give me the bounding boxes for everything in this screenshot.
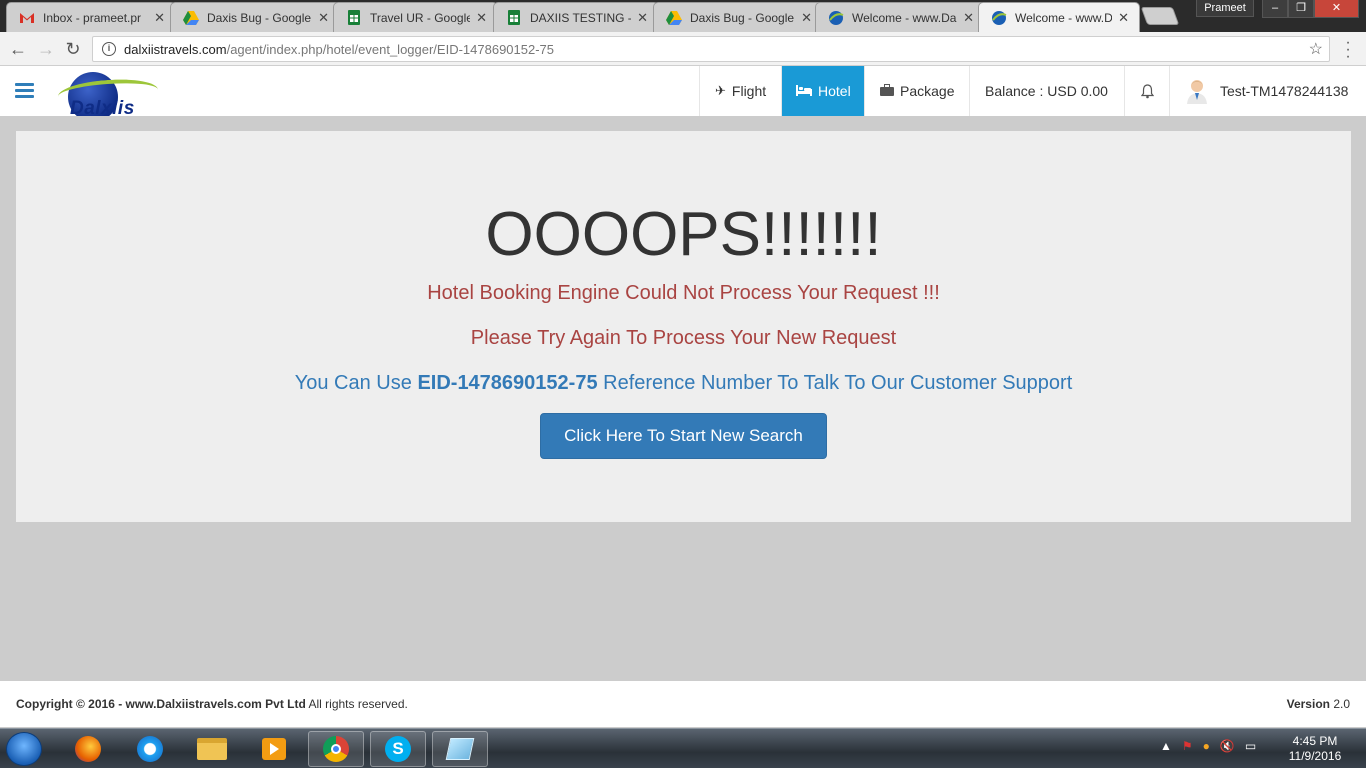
- browser-tab[interactable]: Welcome - www.Da ✕: [815, 2, 985, 32]
- nav-hotel[interactable]: Hotel: [781, 66, 864, 116]
- gmail-icon: [19, 10, 35, 26]
- volume-muted-icon[interactable]: 🔇: [1220, 739, 1235, 753]
- browser-tab[interactable]: Daxis Bug - Google ✕: [653, 2, 823, 32]
- url-path: /agent/index.php/hotel/event_logger/EID-…: [226, 41, 555, 57]
- drive-icon: [183, 10, 199, 26]
- url-host: dalxiistravels.com: [124, 41, 227, 57]
- security-icon[interactable]: ●: [1203, 739, 1210, 753]
- sheets-icon: [506, 10, 522, 26]
- explorer-icon[interactable]: [184, 731, 240, 767]
- event-id: EID-1478690152-75: [417, 372, 598, 394]
- start-new-search-button[interactable]: Click Here To Start New Search: [540, 413, 827, 459]
- notes-icon[interactable]: [432, 731, 488, 767]
- close-tab-icon[interactable]: ✕: [476, 10, 487, 26]
- windows-taskbar: S ▲ ⚑ ● 🔇 ▭ 4:45 PM 11/9/2016: [0, 728, 1366, 768]
- browser-toolbar: ← → ↻ i dalxiistravels.com/agent/index.p…: [0, 32, 1366, 66]
- error-message: Hotel Booking Engine Could Not Process Y…: [427, 282, 940, 304]
- close-tab-icon[interactable]: ✕: [1118, 10, 1129, 26]
- copyright-text: Copyright © 2016 - www.Dalxiistravels.co…: [16, 697, 408, 711]
- maximize-button[interactable]: ❐: [1288, 0, 1314, 18]
- browser-tab[interactable]: Travel UR - Google ✕: [333, 2, 498, 32]
- suitcase-icon: [880, 83, 894, 99]
- ie-icon[interactable]: [122, 731, 178, 767]
- action-center-flag-icon[interactable]: ⚑: [1182, 739, 1193, 753]
- network-icon[interactable]: ▭: [1245, 739, 1256, 753]
- nav-package[interactable]: Package: [864, 66, 969, 116]
- forward-arrow-icon[interactable]: →: [35, 38, 57, 60]
- browser-tab-strip: Inbox - prameet.pr ✕ Daxis Bug - Google …: [0, 0, 1366, 32]
- chrome-icon[interactable]: [308, 731, 364, 767]
- close-tab-icon[interactable]: ✕: [154, 10, 165, 26]
- browser-tab-active[interactable]: Welcome - www.Da ✕: [978, 2, 1140, 32]
- nav-flight[interactable]: ✈ Flight: [699, 66, 781, 116]
- profile-button[interactable]: Prameet: [1196, 0, 1254, 17]
- skype-icon[interactable]: S: [370, 731, 426, 767]
- close-window-button[interactable]: ✕: [1314, 0, 1359, 18]
- media-player-icon[interactable]: [246, 731, 302, 767]
- back-arrow-icon[interactable]: ←: [7, 38, 29, 60]
- bed-icon: [796, 84, 812, 99]
- close-tab-icon[interactable]: ✕: [318, 10, 329, 26]
- browser-tab[interactable]: Daxis Bug - Google ✕: [170, 2, 340, 32]
- reload-icon[interactable]: ↻: [62, 38, 84, 60]
- version-text: Version 2.0: [1286, 697, 1350, 711]
- avatar: [1186, 78, 1208, 104]
- browser-menu-icon[interactable]: · · ·: [1343, 35, 1353, 65]
- taskbar-clock[interactable]: 4:45 PM 11/9/2016: [1284, 734, 1346, 764]
- start-button[interactable]: [6, 732, 42, 766]
- error-heading: OOOOPS!!!!!!!: [485, 200, 882, 269]
- drive-icon: [666, 10, 682, 26]
- daxiis-icon: [991, 10, 1007, 26]
- bookmark-star-icon[interactable]: ☆: [1309, 39, 1323, 59]
- address-bar[interactable]: i dalxiistravels.com/agent/index.php/hot…: [92, 36, 1330, 62]
- browser-tab[interactable]: Inbox - prameet.pr ✕: [6, 2, 176, 32]
- daxiis-icon: [828, 10, 844, 26]
- airplane-icon: ✈: [715, 83, 726, 98]
- sheets-icon: [346, 10, 362, 26]
- info-icon[interactable]: i: [102, 42, 116, 56]
- hamburger-menu-icon[interactable]: [15, 83, 34, 101]
- system-tray: ▲ ⚑ ● 🔇 ▭: [1160, 739, 1256, 753]
- new-tab-button[interactable]: [1140, 7, 1180, 25]
- reference-message: You Can Use EID-1478690152-75 Reference …: [294, 372, 1073, 394]
- close-tab-icon[interactable]: ✕: [963, 10, 974, 26]
- show-hidden-icons-icon[interactable]: ▲: [1160, 739, 1172, 753]
- user-menu[interactable]: Test-TM1478244138: [1169, 66, 1366, 116]
- site-logo[interactable]: Dalxiis: [52, 70, 162, 116]
- site-footer: Copyright © 2016 - www.Dalxiistravels.co…: [0, 681, 1366, 727]
- firefox-icon[interactable]: [60, 731, 116, 767]
- browser-tab[interactable]: DAXIIS TESTING - G ✕: [493, 2, 659, 32]
- error-panel: OOOOPS!!!!!!! Hotel Booking Engine Could…: [16, 131, 1351, 522]
- minimize-button[interactable]: ‒: [1262, 0, 1288, 18]
- site-header: Dalxiis ✈ Flight Hotel Package Balance :…: [0, 66, 1366, 116]
- notification-bell-icon[interactable]: [1124, 66, 1169, 116]
- close-tab-icon[interactable]: ✕: [637, 10, 648, 26]
- balance-display: Balance : USD 0.00: [969, 66, 1124, 116]
- close-tab-icon[interactable]: ✕: [801, 10, 812, 26]
- retry-message: Please Try Again To Process Your New Req…: [470, 327, 897, 349]
